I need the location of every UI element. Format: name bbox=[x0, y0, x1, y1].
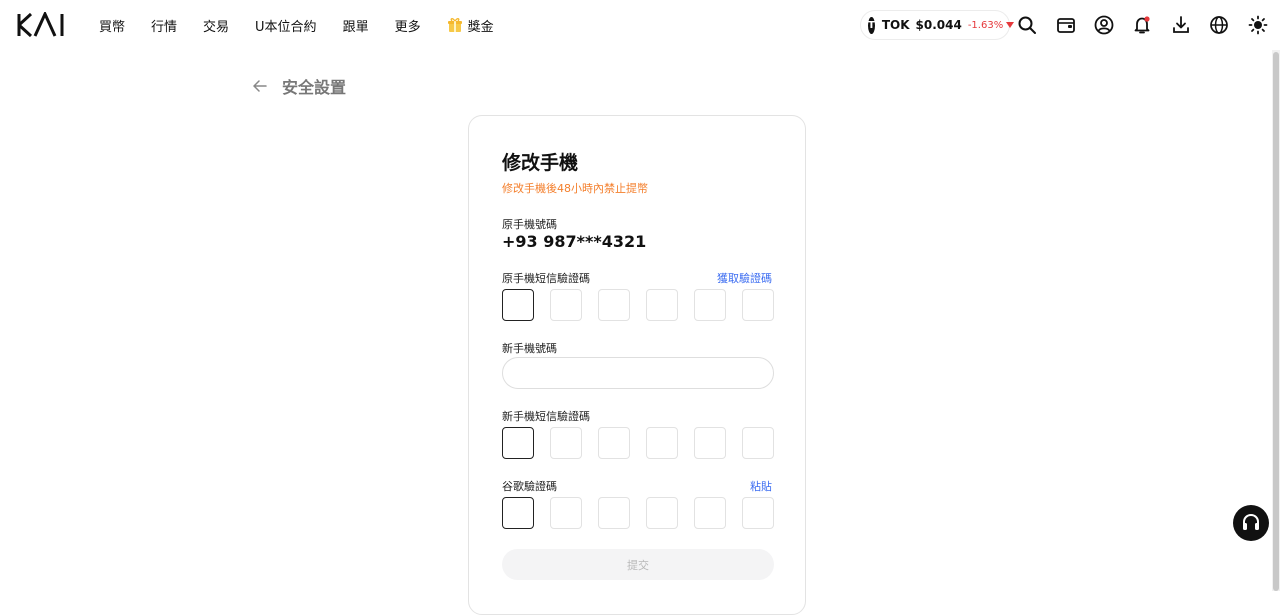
form-title: 修改手機 bbox=[502, 152, 579, 174]
code-digit[interactable] bbox=[550, 289, 582, 321]
code-digit[interactable] bbox=[646, 427, 678, 459]
back-button[interactable]: 安全設置 bbox=[252, 74, 346, 98]
main-nav: 買幣 行情 交易 U本位合約 跟單 更多 獎金 bbox=[99, 0, 520, 50]
code-digit[interactable] bbox=[502, 497, 534, 529]
new-sms-code-label: 新手機短信驗證碼 bbox=[502, 410, 590, 423]
new-sms-code-input bbox=[502, 427, 774, 459]
withdrawal-warning: 修改手機後48小時內禁止提幣 bbox=[502, 182, 648, 195]
code-digit[interactable] bbox=[598, 289, 630, 321]
token-ticker[interactable]: T TOK $0.044 -1.63% bbox=[860, 10, 1015, 40]
submit-button[interactable]: 提交 bbox=[502, 549, 774, 580]
code-digit[interactable] bbox=[694, 497, 726, 529]
headset-icon bbox=[1243, 513, 1259, 530]
nav-buy-crypto[interactable]: 買幣 bbox=[99, 16, 125, 35]
code-digit[interactable] bbox=[502, 289, 534, 321]
ticker-price: $0.044 bbox=[915, 18, 962, 32]
google-code-input bbox=[502, 497, 774, 529]
code-digit[interactable] bbox=[742, 497, 774, 529]
code-digit[interactable] bbox=[742, 427, 774, 459]
current-phone-label: 原手機號碼 bbox=[502, 218, 557, 231]
customer-support-button[interactable] bbox=[1233, 505, 1269, 541]
code-digit[interactable] bbox=[694, 289, 726, 321]
old-sms-code-label: 原手機短信驗證碼 bbox=[502, 272, 590, 285]
code-digit[interactable] bbox=[646, 289, 678, 321]
download-icon[interactable] bbox=[1171, 15, 1191, 35]
top-navigation-bar: 買幣 行情 交易 U本位合約 跟單 更多 獎金 T TOK $0.044 -1.… bbox=[0, 0, 1280, 50]
code-digit[interactable] bbox=[694, 427, 726, 459]
old-sms-code-input bbox=[502, 289, 774, 321]
code-digit[interactable] bbox=[646, 497, 678, 529]
arrow-left-icon bbox=[253, 80, 267, 92]
nav-more[interactable]: 更多 bbox=[395, 16, 421, 35]
new-phone-input[interactable] bbox=[502, 357, 774, 389]
globe-icon[interactable] bbox=[1209, 15, 1229, 35]
search-icon[interactable] bbox=[1017, 15, 1037, 35]
sun-icon[interactable] bbox=[1248, 15, 1268, 35]
google-code-label: 谷歌驗證碼 bbox=[502, 480, 557, 493]
nav-usdt-futures[interactable]: U本位合約 bbox=[255, 16, 317, 35]
scrollbar-thumb[interactable] bbox=[1273, 52, 1279, 591]
code-digit[interactable] bbox=[502, 427, 534, 459]
nav-copy-trading[interactable]: 跟單 bbox=[343, 16, 369, 35]
paste-link[interactable]: 粘貼 bbox=[750, 478, 772, 494]
down-arrow-icon bbox=[1006, 22, 1015, 28]
nav-markets[interactable]: 行情 bbox=[151, 16, 177, 35]
code-digit[interactable] bbox=[598, 497, 630, 529]
change-phone-card: 修改手機 修改手機後48小時內禁止提幣 原手機號碼 +93 987***4321… bbox=[468, 115, 806, 615]
ticker-change: -1.63% bbox=[967, 19, 1004, 31]
user-icon[interactable] bbox=[1094, 15, 1114, 35]
bell-icon[interactable] bbox=[1132, 15, 1152, 35]
current-phone-value: +93 987***4321 bbox=[502, 232, 647, 251]
code-digit[interactable] bbox=[550, 427, 582, 459]
gift-icon bbox=[447, 18, 462, 32]
code-digit[interactable] bbox=[742, 289, 774, 321]
code-digit[interactable] bbox=[598, 427, 630, 459]
page-title: 安全設置 bbox=[282, 78, 347, 97]
new-phone-label: 新手機號碼 bbox=[502, 342, 557, 355]
wallet-icon[interactable] bbox=[1056, 15, 1076, 35]
tok-coin-icon: T bbox=[868, 16, 875, 34]
nav-trade[interactable]: 交易 bbox=[203, 16, 229, 35]
code-digit[interactable] bbox=[550, 497, 582, 529]
nav-rewards[interactable]: 獎金 bbox=[447, 16, 494, 35]
ticker-symbol: TOK bbox=[881, 18, 910, 32]
nav-rewards-label: 獎金 bbox=[467, 19, 494, 35]
get-code-link[interactable]: 獲取驗證碼 bbox=[717, 270, 772, 286]
kai-logo[interactable] bbox=[17, 12, 75, 38]
